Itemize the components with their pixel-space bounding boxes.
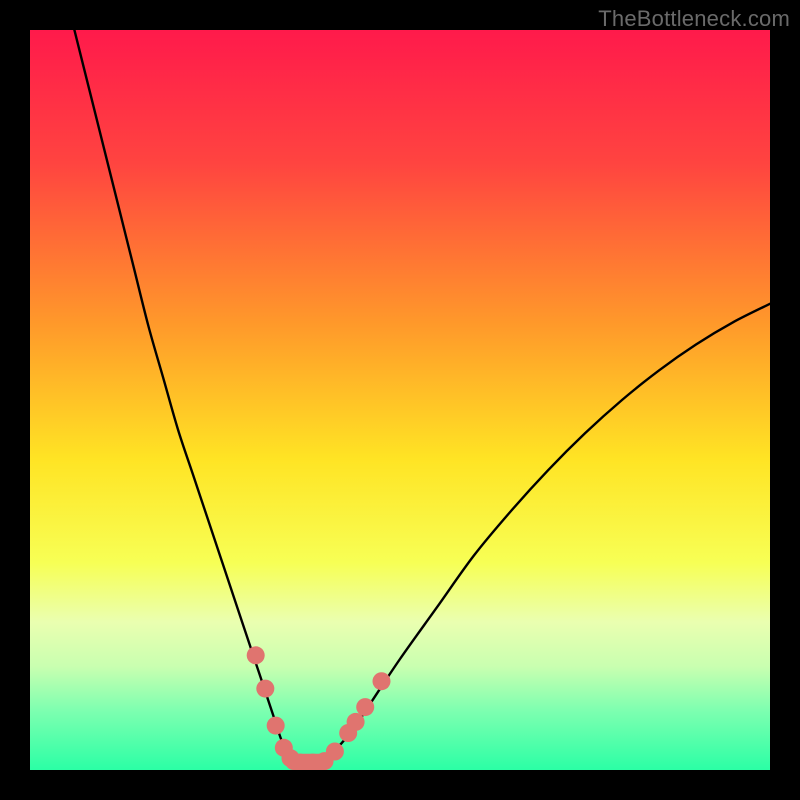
marker-dot	[347, 713, 365, 731]
bottleneck-chart	[30, 30, 770, 770]
marker-dot	[267, 717, 285, 735]
chart-frame: TheBottleneck.com	[0, 0, 800, 800]
watermark-text: TheBottleneck.com	[598, 6, 790, 32]
marker-dot	[247, 646, 265, 664]
marker-dot	[256, 680, 274, 698]
marker-dot	[356, 698, 374, 716]
bottom-bar	[285, 754, 329, 770]
plot-area	[30, 30, 770, 770]
marker-dot	[373, 672, 391, 690]
